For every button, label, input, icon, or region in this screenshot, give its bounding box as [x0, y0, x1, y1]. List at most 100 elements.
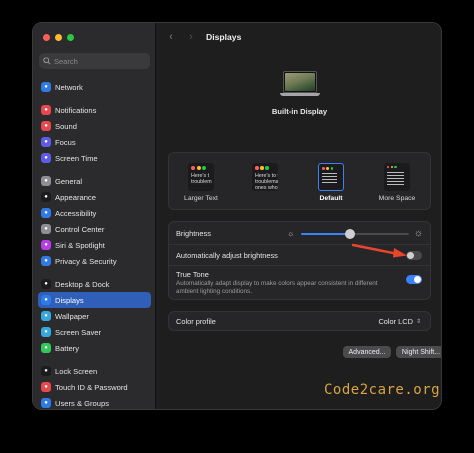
brightness-slider-knob[interactable]	[344, 229, 355, 239]
sidebar-item-general[interactable]: ● General	[38, 173, 151, 189]
sidebar-item-battery[interactable]: ● Battery	[38, 340, 151, 356]
bell-icon: ●	[41, 105, 51, 115]
sidebar-item-displays[interactable]: ● Displays	[38, 292, 151, 308]
sidebar-item-label: Focus	[55, 137, 76, 147]
resolution-options: Here's t troublem Larger Text Here's to t …	[168, 152, 431, 210]
auto-brightness-label: Automatically adjust brightness	[176, 250, 278, 260]
sidebar-item-label: Screen Saver	[55, 327, 102, 337]
laptop-icon[interactable]	[279, 71, 320, 99]
forward-chevron-icon[interactable]: ›	[186, 31, 196, 43]
sidebar-item-siri-spotlight[interactable]: ● Siri & Spotlight	[38, 237, 151, 253]
wallpaper-icon: ●	[41, 311, 51, 321]
system-settings-window: ● Network ● Notifications ● Sound ● Focus ● Scree…	[32, 22, 442, 410]
search-input[interactable]	[54, 56, 144, 66]
sidebar-item-label: General	[55, 176, 83, 186]
battery-icon: ●	[41, 343, 51, 353]
sidebar-item-label: Desktop & Dock	[55, 279, 110, 289]
lock-icon: ●	[41, 366, 51, 376]
sidebar-item-notifications[interactable]: ● Notifications	[38, 102, 151, 118]
resolution-preview-text: Here's t troublem	[191, 173, 212, 185]
sidebar-item-label: Battery	[55, 343, 80, 353]
users-icon: ●	[41, 398, 51, 408]
sidebar-item-control-center[interactable]: ● Control Center	[38, 221, 151, 237]
display-name: Built-in Display	[271, 107, 328, 116]
sidebar-item-label: Displays	[55, 295, 84, 305]
sidebar-item-wallpaper[interactable]: ● Wallpaper	[38, 308, 151, 324]
fingerprint-icon: ●	[41, 382, 51, 392]
window-controls	[43, 34, 74, 41]
globe-icon: ●	[41, 82, 51, 92]
close-button[interactable]	[43, 34, 50, 41]
true-tone-toggle[interactable]	[406, 275, 422, 284]
sidebar-item-privacy-security[interactable]: ● Privacy & Security	[38, 253, 151, 269]
sidebar-item-label: Accessibility	[55, 208, 97, 218]
speaker-icon: ●	[41, 121, 51, 131]
sidebar-item-label: Screen Time	[55, 153, 98, 163]
sidebar-item-label: Lock Screen	[55, 366, 98, 376]
sidebar-item-focus[interactable]: ● Focus	[38, 134, 151, 150]
resolution-option-label: More Space	[378, 195, 416, 202]
resolution-preview-icon: Here's to t troublema ones who	[252, 163, 278, 191]
sidebar-item-label: Notifications	[55, 105, 97, 115]
resolution-option[interactable]: Here's to t troublema ones who	[235, 163, 295, 195]
minimize-button[interactable]	[55, 34, 62, 41]
resolution-option[interactable]: More Space	[367, 163, 427, 202]
sidebar-item-label: Touch ID & Password	[55, 382, 128, 392]
resolution-preview-icon	[318, 163, 344, 191]
sun-small-icon: ☼	[287, 229, 295, 238]
sidebar-item-label: Wallpaper	[55, 311, 89, 321]
hourglass-icon: ●	[41, 153, 51, 163]
sidebar-item-label: Users & Groups	[55, 398, 110, 408]
search-field[interactable]	[39, 53, 150, 69]
sidebar-item-label: Control Center	[55, 224, 105, 234]
resolution-option[interactable]: Default	[301, 163, 361, 202]
sidebar-item-screen-time[interactable]: ● Screen Time	[38, 150, 151, 166]
brightness-row: Brightness ☼ ☼	[169, 222, 430, 244]
dock-icon: ●	[41, 279, 51, 289]
sidebar-item-label: Appearance	[55, 192, 96, 202]
siri-icon: ●	[41, 240, 51, 250]
brightness-label: Brightness	[176, 228, 211, 238]
resolution-option[interactable]: Here's t troublem Larger Text	[171, 163, 231, 202]
sidebar-item-users-groups[interactable]: ● Users & Groups	[38, 395, 151, 409]
sun-large-icon: ☼	[413, 228, 423, 239]
sidebar: ● Network ● Notifications ● Sound ● Focus ● Scree…	[33, 23, 156, 409]
night-shift-button[interactable]: Night Shift...	[396, 346, 441, 358]
screensaver-icon: ●	[41, 327, 51, 337]
back-chevron-icon[interactable]: ‹	[166, 31, 176, 43]
watermark-text: Code2care.org	[324, 382, 441, 398]
brightness-slider[interactable]: ☼ ☼	[287, 228, 423, 240]
sidebar-item-label: Network	[55, 82, 83, 92]
advanced-button[interactable]: Advanced...	[343, 346, 391, 358]
sidebar-item-network[interactable]: ● Network	[38, 79, 151, 95]
page-title: Displays	[206, 32, 242, 42]
auto-brightness-toggle[interactable]	[406, 250, 422, 260]
sidebar-item-desktop-dock[interactable]: ● Desktop & Dock	[38, 276, 151, 292]
sidebar-item-label: Sound	[55, 121, 77, 131]
true-tone-description: Automatically adapt display to make colo…	[176, 279, 378, 295]
sidebar-item-lock-screen[interactable]: ● Lock Screen	[38, 363, 151, 379]
color-profile-panel: Color profile Color LCD ⇕	[168, 311, 431, 331]
moon-icon: ●	[41, 137, 51, 147]
sidebar-item-appearance[interactable]: ● Appearance	[38, 189, 151, 205]
sidebar-item-accessibility[interactable]: ● Accessibility	[38, 205, 151, 221]
color-profile-row: Color profile Color LCD ⇕	[169, 312, 430, 330]
display-icon: ●	[41, 295, 51, 305]
resolution-preview-text: Here's to t troublema ones who	[255, 173, 278, 191]
appearance-icon: ●	[41, 192, 51, 202]
color-profile-select[interactable]: Color LCD ⇕	[378, 317, 421, 326]
sidebar-item-touch-id-password[interactable]: ● Touch ID & Password	[38, 379, 151, 395]
toolbar: ‹ › Displays	[166, 29, 241, 45]
sidebar-item-screen-saver[interactable]: ● Screen Saver	[38, 324, 151, 340]
resolution-option-label: Larger Text	[184, 195, 218, 202]
annotation-arrow-icon	[352, 243, 407, 258]
color-profile-value: Color LCD	[378, 316, 413, 326]
sidebar-item-label: Privacy & Security	[55, 256, 117, 266]
sidebar-item-sound[interactable]: ● Sound	[38, 118, 151, 134]
main-pane: ‹ › Displays Built-in Display Here's t t…	[156, 23, 441, 409]
zoom-button[interactable]	[67, 34, 74, 41]
accessibility-icon: ●	[41, 208, 51, 218]
